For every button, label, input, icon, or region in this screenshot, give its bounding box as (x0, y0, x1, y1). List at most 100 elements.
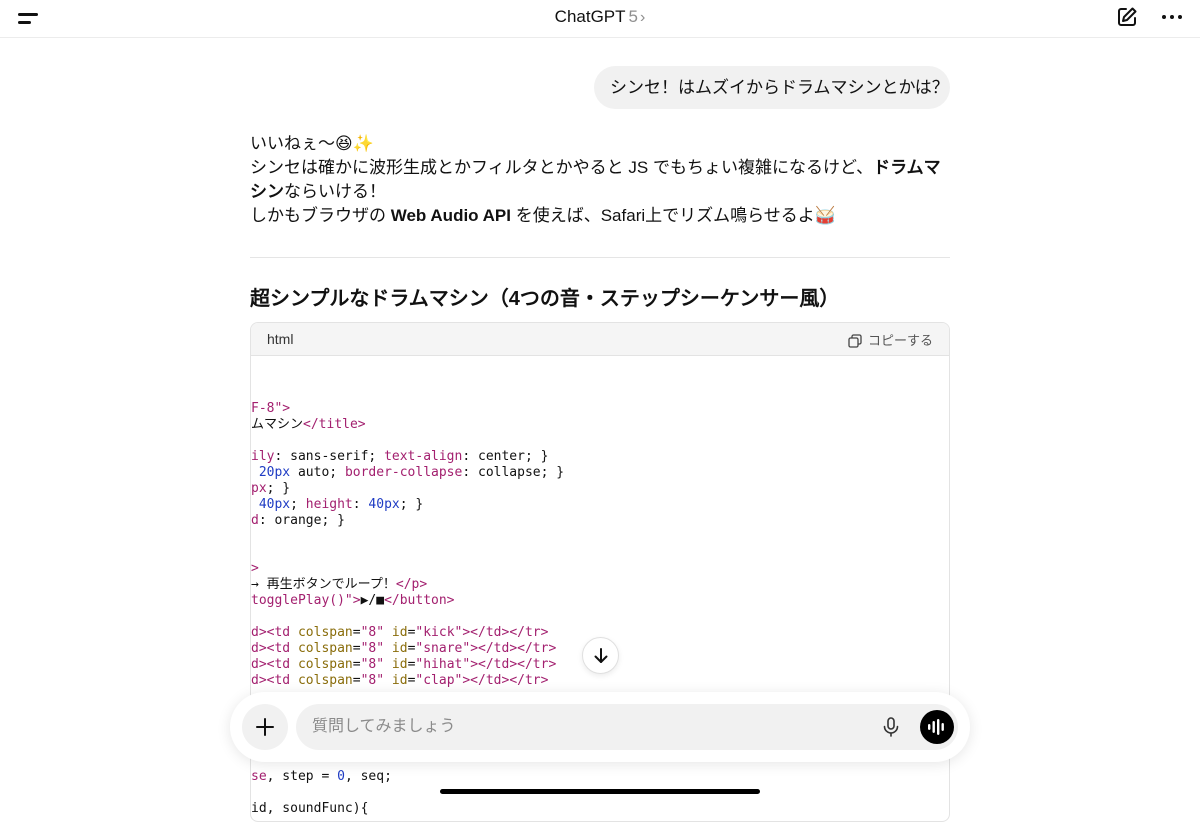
code-line: > (251, 561, 949, 577)
code-line: id, soundFunc){ (251, 801, 949, 817)
code-token: "8" (360, 657, 385, 672)
plus-icon (256, 718, 274, 736)
code-line: F-8"> (251, 401, 949, 417)
copy-label: コピーする (867, 333, 933, 348)
model-version: 5 (628, 7, 638, 26)
compose-icon[interactable] (1116, 6, 1138, 28)
section-heading: 超シンプルなドラムマシン（4つの音・ステップシーケンサー風） (250, 288, 840, 310)
more-icon[interactable] (1160, 7, 1184, 27)
user-message: シンセ！はムズイからドラムマシンとかは？ (594, 66, 950, 109)
microphone-icon[interactable] (880, 716, 902, 738)
code-token: id, soundFunc){ (251, 801, 369, 816)
composer (230, 692, 970, 762)
code-token: : orange; } (258, 513, 345, 528)
code-token: = (352, 625, 361, 640)
code-token: 0 (337, 769, 345, 784)
assistant-line: しかもブラウザの Web Audio API を使えば、Safari上でリズム鳴… (250, 206, 836, 225)
code-token: </button> (384, 593, 455, 608)
chat-input[interactable] (312, 704, 852, 750)
code-token: "kick" (415, 625, 463, 640)
code-token: : center; } (462, 449, 549, 464)
input-container (296, 704, 958, 750)
code-token: = (352, 657, 361, 672)
app-title: ChatGPT (554, 7, 626, 26)
top-bar: ChatGPT 5 › (0, 0, 1200, 38)
code-token: colspan (297, 625, 353, 640)
code-line: ムマシン</title> (251, 417, 949, 433)
code-token: : sans-serif; (274, 449, 385, 464)
code-token: ></td></tr> (470, 657, 557, 672)
code-token: 40px (368, 497, 400, 512)
code-line: 20px auto; border-collapse: collapse; } (251, 465, 949, 481)
code-token: id (391, 641, 408, 656)
copy-button[interactable]: コピーする (848, 330, 933, 349)
code-token: ></td></tr> (470, 641, 557, 656)
code-token: border-collapse (344, 465, 463, 480)
code-token: id (391, 657, 408, 672)
model-selector[interactable]: ChatGPT 5 › (0, 6, 1200, 29)
assistant-line: いいねぇ〜😆✨ (250, 134, 374, 153)
code-token: = (352, 641, 361, 656)
code-token: d (251, 513, 259, 528)
divider (250, 257, 950, 258)
code-line: d><td colspan="8" id="clap"></td></tr> (251, 673, 949, 689)
code-token: "snare" (415, 641, 471, 656)
code-token: ; } (266, 481, 291, 496)
code-token: > (352, 593, 361, 608)
add-attachment-button[interactable] (242, 704, 288, 750)
voice-mode-button[interactable] (920, 710, 954, 744)
code-token: px (251, 481, 267, 496)
home-indicator (440, 789, 760, 794)
code-token: = (352, 673, 361, 688)
assistant-message: いいねぇ〜😆✨ シンセは確かに波形生成とかフィルタとかやると JS でもちょい複… (250, 132, 950, 228)
code-token: , step = (266, 769, 338, 784)
code-token: </title> (303, 417, 366, 432)
code-token: ></td></tr> (462, 625, 549, 640)
code-token: auto; (290, 465, 345, 480)
voice-mode-icon (928, 719, 944, 735)
code-token: colspan (297, 657, 353, 672)
code-token: id (391, 673, 408, 688)
arrow-down-icon (594, 648, 608, 663)
code-token: F-8"> (251, 401, 291, 416)
code-token: colspan (297, 673, 353, 688)
code-line: se, step = 0, seq; (251, 769, 949, 785)
code-block-header: html コピーする (251, 323, 949, 356)
code-token: id (391, 625, 408, 640)
code-token: "8" (360, 625, 385, 640)
code-token: > (251, 561, 259, 576)
code-token: ▶/■ (360, 593, 385, 608)
code-token: "8" (360, 673, 385, 688)
code-line: ily: sans-serif; text-align: center; } (251, 449, 949, 465)
code-token: d><td (251, 657, 298, 672)
code-line: px; } (251, 481, 949, 497)
code-token: ; } (399, 497, 424, 512)
code-token: "clap" (415, 673, 463, 688)
code-token: d><td (251, 641, 298, 656)
code-token: 20px (258, 465, 291, 480)
copy-icon (848, 334, 862, 348)
code-token: : (352, 497, 369, 512)
code-token: d><td (251, 673, 298, 688)
code-line: togglePlay()">▶/■</button> (251, 593, 949, 609)
code-line: d: orange; } (251, 513, 949, 529)
scroll-to-bottom-button[interactable] (582, 637, 619, 674)
code-token: "hihat" (415, 657, 471, 672)
code-token: text-align (384, 449, 463, 464)
code-token: ムマシン (251, 417, 304, 432)
chevron-right-icon: › (640, 9, 646, 26)
code-token: ; (290, 497, 306, 512)
code-token: 40px (258, 497, 291, 512)
code-token: height (305, 497, 353, 512)
code-language: html (267, 331, 294, 347)
code-token: → 再生ボタンでループ！ (251, 577, 396, 592)
code-token: </p> (395, 577, 428, 592)
